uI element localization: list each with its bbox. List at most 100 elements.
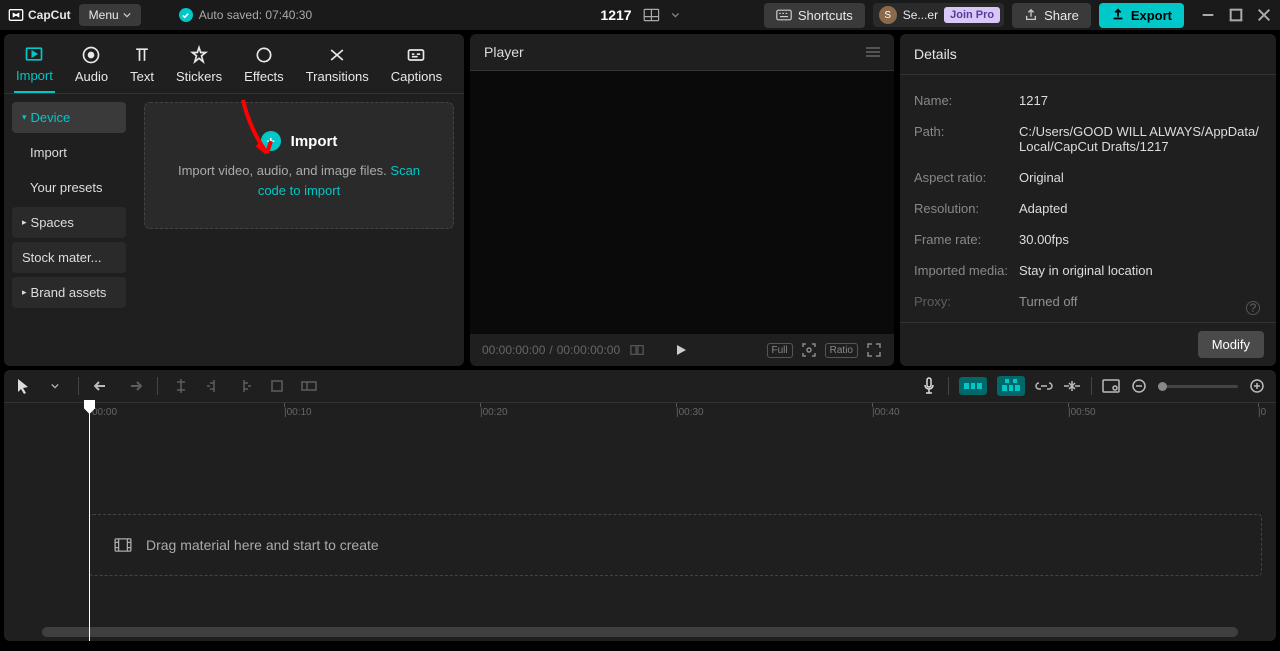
sidebar-item-presets[interactable]: Your presets	[12, 172, 126, 203]
chevron-down-icon	[123, 11, 131, 19]
project-title: 1217	[600, 7, 631, 23]
sidebar-item-brand[interactable]: ▸Brand assets	[12, 277, 126, 308]
play-button[interactable]	[674, 343, 688, 357]
crop-tool[interactable]	[268, 377, 286, 395]
playhead[interactable]	[89, 402, 90, 641]
detail-label-imported: Imported media:	[914, 263, 1019, 278]
media-sidebar: ▾Device Import Your presets ▸Spaces Stoc…	[4, 94, 134, 366]
detail-label-name: Name:	[914, 93, 1019, 108]
snap-toggle[interactable]	[1063, 377, 1081, 395]
redo-button[interactable]	[125, 377, 143, 395]
timeline-panel: 00:00 |00:10 |00:20 |00:30 |00:40 |00:50…	[4, 370, 1276, 641]
full-preview-button[interactable]: Full	[767, 343, 793, 358]
close-button[interactable]	[1256, 7, 1272, 23]
adjust-tool[interactable]	[300, 377, 318, 395]
tab-import[interactable]: Import	[14, 40, 55, 93]
shortcuts-button[interactable]: Shortcuts	[764, 3, 865, 28]
mic-button[interactable]	[920, 377, 938, 395]
sidebar-item-device[interactable]: ▾Device	[12, 102, 126, 133]
ruler-tick: |0	[1258, 407, 1266, 418]
tool-dropdown[interactable]	[46, 377, 64, 395]
timeline-scrollbar[interactable]	[42, 627, 1238, 637]
detail-value-name: 1217	[1019, 93, 1048, 108]
ruler-tick: |00:20	[480, 407, 508, 418]
player-viewport[interactable]	[470, 71, 894, 334]
detail-label-path: Path:	[914, 124, 1019, 154]
minimize-button[interactable]	[1200, 7, 1216, 23]
ratio-button[interactable]: Ratio	[825, 343, 858, 358]
detail-label-proxy: Proxy:	[914, 294, 1019, 309]
join-pro-badge[interactable]: Join Pro	[944, 7, 1000, 23]
import-drop-zone[interactable]: + Import Import video, audio, and image …	[144, 102, 454, 229]
import-icon	[24, 44, 44, 64]
delete-right-tool[interactable]	[236, 377, 254, 395]
ruler-tick: |00:30	[676, 407, 704, 418]
detail-label-framerate: Frame rate:	[914, 232, 1019, 247]
zoom-slider[interactable]	[1158, 385, 1238, 388]
tab-stickers[interactable]: Stickers	[174, 41, 224, 92]
ruler-tick: |00:10	[284, 407, 312, 418]
plus-icon: +	[261, 131, 281, 151]
export-icon	[1111, 8, 1125, 22]
hamburger-icon[interactable]	[866, 46, 880, 58]
tool-tabs: Import Audio Text Stickers Effects Trans…	[4, 34, 464, 94]
layout-icon[interactable]	[644, 8, 660, 22]
audio-icon	[81, 45, 101, 65]
sidebar-item-stock[interactable]: Stock mater...	[12, 242, 126, 273]
timeline-ruler[interactable]: 00:00 |00:10 |00:20 |00:30 |00:40 |00:50…	[4, 402, 1276, 424]
magnet-main-toggle[interactable]	[959, 377, 987, 395]
player-title: Player	[484, 44, 524, 60]
preview-toggle[interactable]	[1102, 377, 1120, 395]
zoom-out-button[interactable]	[1130, 377, 1148, 395]
avatar: S	[879, 6, 897, 24]
keyboard-icon	[776, 9, 792, 21]
crop-focus-icon[interactable]	[801, 342, 817, 358]
detail-value-resolution: Adapted	[1019, 201, 1067, 216]
timeline-tracks[interactable]: Drag material here and start to create	[4, 424, 1276, 627]
zoom-in-button[interactable]	[1248, 377, 1266, 395]
tab-transitions[interactable]: Transitions	[304, 41, 371, 92]
sidebar-item-import[interactable]: Import	[12, 137, 126, 168]
compare-icon[interactable]	[630, 343, 644, 357]
detail-value-aspect: Original	[1019, 170, 1064, 185]
detail-value-proxy: Turned off	[1019, 294, 1078, 309]
magnet-track-toggle[interactable]	[997, 376, 1025, 396]
detail-label-resolution: Resolution:	[914, 201, 1019, 216]
check-icon	[179, 8, 193, 22]
share-button[interactable]: Share	[1012, 3, 1091, 28]
selection-tool[interactable]	[14, 377, 32, 395]
user-chip[interactable]: S Se...er Join Pro	[873, 3, 1004, 27]
detail-value-framerate: 30.00fps	[1019, 232, 1069, 247]
undo-button[interactable]	[93, 377, 111, 395]
ruler-tick: |00:40	[872, 407, 900, 418]
tab-text[interactable]: Text	[128, 41, 156, 92]
delete-left-tool[interactable]	[204, 377, 222, 395]
details-panel: Details Name:1217 Path:C:/Users/GOOD WIL…	[900, 34, 1276, 366]
fullscreen-icon[interactable]	[866, 342, 882, 358]
detail-value-imported: Stay in original location	[1019, 263, 1153, 278]
chevron-down-icon[interactable]	[672, 11, 680, 19]
export-button[interactable]: Export	[1099, 3, 1184, 28]
effects-icon	[254, 45, 274, 65]
tab-effects[interactable]: Effects	[242, 41, 286, 92]
timeline-toolbar	[4, 370, 1276, 402]
app-logo: CapCut	[8, 7, 71, 23]
titlebar: CapCut Menu Auto saved: 07:40:30 1217 Sh…	[0, 0, 1280, 30]
menu-button[interactable]: Menu	[79, 4, 141, 26]
sidebar-item-spaces[interactable]: ▸Spaces	[12, 207, 126, 238]
player-panel: Player 00:00:00:00 / 00:00:00:00 Full Ra…	[470, 34, 894, 366]
split-tool[interactable]	[172, 377, 190, 395]
current-time: 00:00:00:00	[482, 343, 545, 357]
detail-label-aspect: Aspect ratio:	[914, 170, 1019, 185]
drop-hint-text: Drag material here and start to create	[146, 537, 379, 553]
tab-audio[interactable]: Audio	[73, 41, 110, 92]
user-name: Se...er	[903, 8, 938, 22]
link-toggle[interactable]	[1035, 377, 1053, 395]
ruler-tick: |00:50	[1068, 407, 1096, 418]
help-icon[interactable]: ?	[1246, 301, 1260, 315]
tab-captions[interactable]: Captions	[389, 41, 444, 92]
share-icon	[1024, 8, 1038, 22]
timeline-drop-zone[interactable]: Drag material here and start to create	[89, 514, 1262, 576]
modify-button[interactable]: Modify	[1198, 331, 1264, 358]
maximize-button[interactable]	[1228, 7, 1244, 23]
